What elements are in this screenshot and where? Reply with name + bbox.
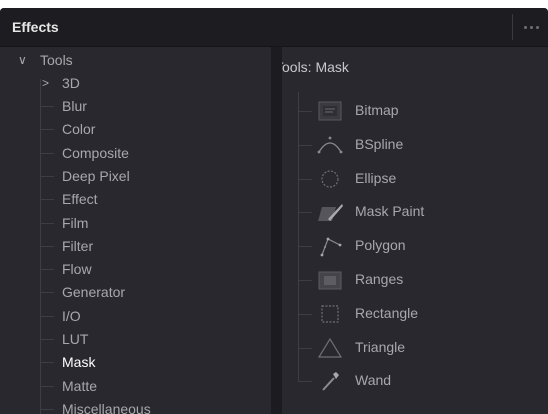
dot: [523, 25, 527, 29]
panel-header: Effects: [0, 8, 548, 47]
tree-guide-branch: [40, 269, 54, 271]
tool-label: Triangle: [355, 338, 406, 355]
more-options-icon[interactable]: [518, 16, 544, 38]
tree-item-label: I/O: [62, 307, 81, 324]
tool-item-rectangle[interactable]: Rectangle: [282, 297, 548, 331]
tree-guide-branch: [40, 175, 54, 177]
tree-item-label: Matte: [62, 377, 98, 394]
tool-item-wand[interactable]: Wand: [282, 364, 548, 398]
tree-guide-branch: [40, 292, 54, 294]
tree-guide-branch: [40, 385, 54, 387]
polygon-icon: [316, 233, 344, 259]
tool-item-mask-paint[interactable]: Mask Paint: [282, 195, 548, 229]
bspline-icon: [316, 132, 344, 158]
tree-guide-branch: [40, 152, 54, 154]
tree-item-label: Color: [62, 121, 96, 138]
tree-item-label: Composite: [62, 144, 129, 161]
tree-item-label: Filter: [62, 237, 94, 254]
tool-item-ellipse[interactable]: Ellipse: [282, 162, 548, 196]
dot: [535, 25, 539, 29]
rectangle-icon: [316, 301, 344, 327]
tool-label: Mask Paint: [355, 203, 425, 220]
tree-item-label: Miscellaneous: [62, 400, 151, 414]
tool-label: Rectangle: [355, 304, 419, 321]
dot: [529, 25, 533, 29]
tool-item-ranges[interactable]: Ranges: [282, 263, 548, 297]
tree-item-label: Film: [62, 214, 89, 231]
header-divider: [512, 14, 513, 40]
tree-item-filter[interactable]: Filter: [62, 235, 93, 258]
tree-item-lut[interactable]: LUT: [62, 328, 88, 351]
tree-item-flow[interactable]: Flow: [62, 258, 92, 281]
tree-item-generator[interactable]: Generator: [62, 281, 125, 304]
tree-guide-branch: [40, 339, 54, 340]
tree-item-label: Effect: [62, 191, 98, 208]
tool-item-triangle[interactable]: Triangle: [282, 331, 548, 365]
tree-item-label: 3D: [62, 75, 80, 91]
tree-guide-branch: [40, 129, 54, 131]
tools-pane-title: Tools: Mask: [282, 59, 349, 75]
tree-item-film[interactable]: Film: [62, 212, 88, 235]
mask-paint-icon: [316, 199, 344, 225]
tree-item-label: Flow: [62, 261, 92, 278]
tree-item-deep-pixel[interactable]: Deep Pixel: [62, 165, 130, 188]
tree-item-composite[interactable]: Composite: [62, 142, 129, 165]
category-tree: ∨ Tools > 3D Blur Color Composite Deep Pixe…: [0, 47, 271, 414]
tree-item-mask[interactable]: Mask: [62, 351, 95, 374]
triangle-icon: [316, 335, 344, 361]
tool-label: Bitmap: [355, 102, 399, 118]
panel-title: Effects: [12, 19, 59, 35]
tools-list-pane: Tools: Mask Bitmap BSpline Ellipse Mask Pai…: [282, 47, 548, 414]
tool-item-bspline[interactable]: BSpline: [282, 128, 548, 162]
pane-splitter[interactable]: [271, 47, 282, 414]
tool-label: Wand: [355, 372, 392, 389]
tree-item-color[interactable]: Color: [62, 118, 95, 141]
tool-item-polygon[interactable]: Polygon: [282, 229, 548, 263]
tree-item-label: Generator: [62, 284, 126, 301]
tree-item-miscellaneous[interactable]: Miscellaneous: [62, 398, 151, 414]
tree-item-blur[interactable]: Blur: [62, 95, 87, 118]
tree-guide-branch: [40, 362, 54, 364]
wand-icon: [316, 368, 344, 394]
tree-item-i-o[interactable]: I/O: [62, 305, 81, 328]
chevron-right-icon: >: [42, 76, 50, 90]
tree-guide-branch: [40, 199, 54, 201]
bitmap-icon: [316, 98, 344, 124]
tree-item-label: Deep Pixel: [62, 167, 130, 184]
tool-label: Ranges: [355, 271, 404, 287]
ranges-icon: [316, 267, 344, 293]
tool-item-bitmap[interactable]: Bitmap: [282, 94, 548, 128]
tree-guide-branch: [40, 408, 54, 410]
tool-label: BSpline: [355, 135, 404, 152]
tree-guide-branch: [40, 106, 54, 107]
tool-label: Ellipse: [355, 169, 397, 186]
tree-item-label: Tools: [40, 52, 73, 68]
tree-guide-branch: [40, 222, 54, 224]
tree-item-label: Blur: [62, 98, 87, 114]
tool-label: Polygon: [355, 237, 406, 254]
tree-guide-branch: [40, 315, 54, 317]
chevron-down-icon: ∨: [18, 53, 27, 67]
tree-guide-branch: [40, 245, 54, 247]
tree-item-effect[interactable]: Effect: [62, 188, 98, 211]
tree-item-matte[interactable]: Matte: [62, 375, 97, 398]
effects-panel: Effects ∨ Tools > 3D Blur Color Composite D…: [0, 8, 548, 414]
tree-item-label: Mask: [62, 354, 96, 371]
tree-item-label: LUT: [62, 331, 89, 347]
ellipse-icon: [316, 166, 344, 192]
